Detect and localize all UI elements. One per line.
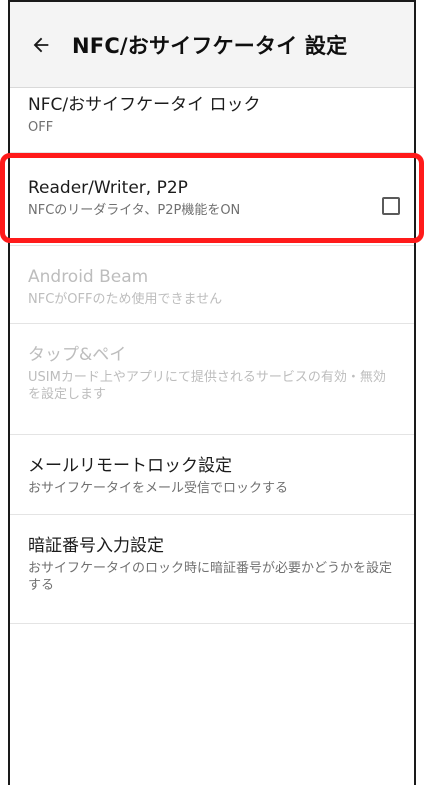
settings-screen: NFC/おサイフケータイ 設定 NFC/おサイフケータイ ロック OFF Rea… xyxy=(8,0,416,785)
setting-summary: NFCのリーダライタ、P2P機能をON xyxy=(28,203,241,218)
app-bar: NFC/おサイフケータイ 設定 xyxy=(10,2,414,88)
setting-title: NFC/おサイフケータイ ロック xyxy=(28,95,261,115)
setting-title: Reader/Writer, P2P xyxy=(28,178,188,198)
setting-nfc-lock[interactable]: NFC/おサイフケータイ ロック OFF xyxy=(10,88,414,153)
setting-summary: NFCがOFFのため使用できません xyxy=(28,292,223,307)
setting-title: メールリモートロック設定 xyxy=(28,456,232,476)
setting-summary: おサイフケータイのロック時に暗証番号が必要かどうかを設定する xyxy=(28,561,393,593)
setting-mail-remote-lock[interactable]: メールリモートロック設定 おサイフケータイをメール受信でロックする xyxy=(10,435,414,515)
reader-writer-checkbox[interactable] xyxy=(382,197,400,215)
page-title: NFC/おサイフケータイ 設定 xyxy=(72,33,348,58)
setting-title: タップ&ペイ xyxy=(28,345,127,365)
back-button[interactable] xyxy=(10,2,72,88)
setting-tap-and-pay: タップ&ペイ USIMカード上やアプリにて提供されるサービスの有効・無効を設定し… xyxy=(10,324,414,435)
setting-summary: おサイフケータイをメール受信でロックする xyxy=(28,481,289,496)
setting-summary: USIMカード上やアプリにて提供されるサービスの有効・無効を設定します xyxy=(28,370,386,402)
arrow-left-icon xyxy=(33,37,49,52)
setting-pin-input[interactable]: 暗証番号入力設定 おサイフケータイのロック時に暗証番号が必要かどうかを設定する xyxy=(10,515,414,624)
setting-summary: OFF xyxy=(28,120,54,135)
setting-title: 暗証番号入力設定 xyxy=(28,536,164,556)
setting-title: Android Beam xyxy=(28,267,149,287)
setting-reader-writer-p2p[interactable]: Reader/Writer, P2P NFCのリーダライタ、P2P機能をON xyxy=(10,153,414,246)
setting-android-beam: Android Beam NFCがOFFのため使用できません xyxy=(10,246,414,324)
